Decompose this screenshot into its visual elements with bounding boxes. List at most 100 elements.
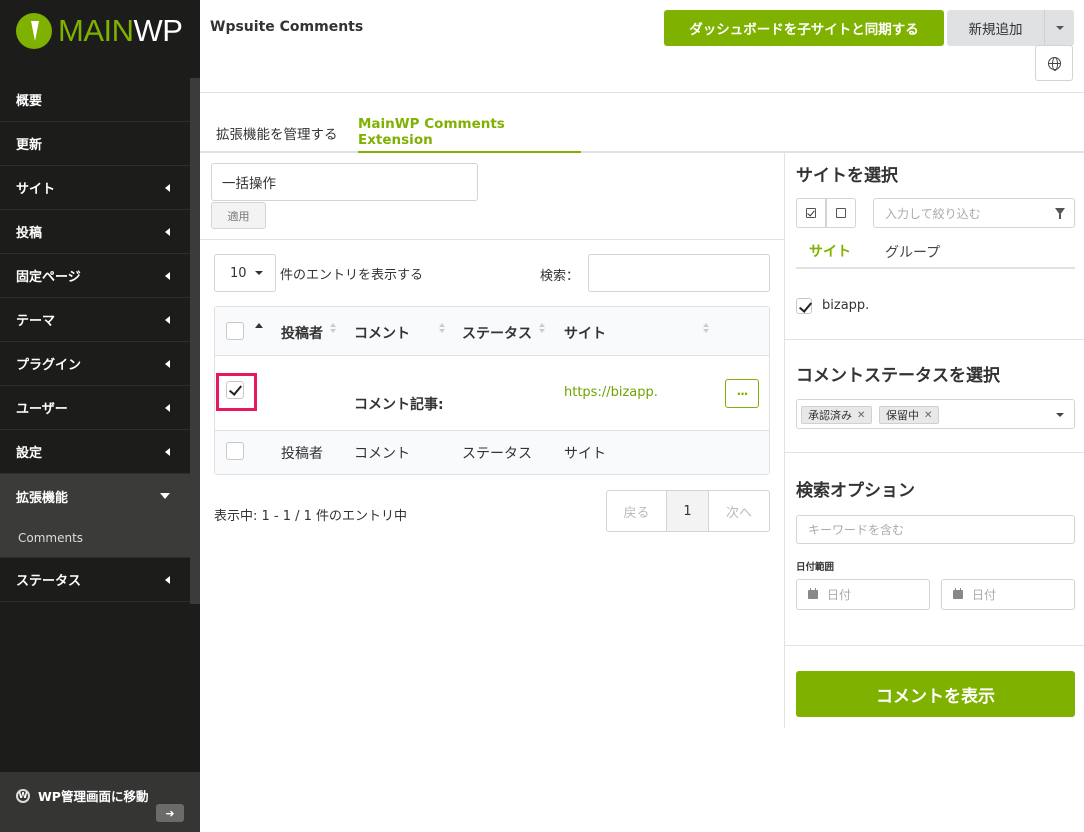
select-all-checkbox[interactable]	[226, 322, 244, 340]
add-new-dropdown[interactable]	[1044, 10, 1074, 46]
sidebar-subitem-comments[interactable]: Comments	[0, 518, 190, 558]
caret-left-icon	[165, 227, 170, 236]
top-header: Wpsuite Comments ダッシュボードを子サイトと同期する 新規追加	[200, 0, 1084, 93]
tab-comments-extension[interactable]: MainWP Comments Extension	[358, 112, 581, 153]
column-author[interactable]: 投稿者	[281, 323, 323, 343]
page-1-button[interactable]: 1	[667, 491, 709, 531]
add-new-button[interactable]: 新規追加	[947, 10, 1074, 46]
sidebar-item-label: テーマ	[16, 314, 56, 329]
sidebar-item-label: 概要	[16, 94, 43, 109]
sidebar-item-label: 設定	[16, 446, 43, 461]
row-checkbox[interactable]	[226, 381, 244, 399]
add-new-label: 新規追加	[968, 22, 1023, 38]
bulk-action-select[interactable]: 一括操作	[211, 163, 478, 201]
filter-icon	[1055, 208, 1065, 219]
sidebar-item-plugins[interactable]: プラグイン	[0, 342, 190, 386]
table-info: 表示中: 1 - 1 / 1 件のエントリ中	[214, 509, 408, 524]
site-link[interactable]: https://bizapp.	[564, 385, 658, 400]
sidebar-item-updates[interactable]: 更新	[0, 122, 190, 166]
select-all-checkbox-footer[interactable]	[226, 442, 244, 460]
caret-left-icon	[165, 575, 170, 584]
site-label: bizapp.	[822, 298, 870, 313]
sidebar-item-label: 固定ページ	[16, 270, 81, 285]
sidebar-item-sites[interactable]: サイト	[0, 166, 190, 210]
site-filter-input[interactable]: 入力して絞り込む	[873, 198, 1075, 228]
caret-left-icon	[165, 183, 170, 192]
site-checkbox[interactable]	[796, 298, 812, 314]
row-actions-button[interactable]: ···	[725, 379, 759, 408]
comment-text: コメント記事:	[354, 397, 444, 413]
search-label: 検索：	[540, 269, 580, 284]
column-comment[interactable]: コメント	[354, 323, 410, 343]
sidebar-item-overview[interactable]: 概要	[0, 78, 190, 122]
deselect-all-sites-button[interactable]	[826, 198, 856, 228]
sidebar-item-posts[interactable]: 投稿	[0, 210, 190, 254]
tab-manage-extensions[interactable]: 拡張機能を管理する	[216, 112, 338, 153]
tab-groups[interactable]: グループ	[885, 235, 940, 269]
sidebar-footer[interactable]: W WP管理画面に移動 ➜	[0, 772, 200, 832]
caret-down-icon	[1056, 413, 1064, 417]
tab-underline	[796, 267, 1075, 269]
caret-down-icon	[160, 493, 170, 499]
date-from-input[interactable]: 日付	[796, 579, 930, 610]
wordpress-icon: W	[16, 788, 30, 803]
sidebar-item-label: ユーザー	[16, 402, 68, 417]
sign-out-icon[interactable]: ➜	[156, 804, 184, 822]
sidebar-item-themes[interactable]: テーマ	[0, 298, 190, 342]
sidebar-item-label: プラグイン	[16, 358, 82, 373]
calendar-icon	[953, 588, 963, 599]
divider	[785, 452, 1084, 453]
filter-placeholder: 入力して絞り込む	[885, 206, 981, 221]
sync-dashboard-button[interactable]: ダッシュボードを子サイトと同期する	[664, 10, 944, 46]
comment-status-select[interactable]: 承認済み ✕ 保留中 ✕	[796, 399, 1075, 429]
check-square-icon	[806, 208, 816, 218]
sort-asc-icon[interactable]	[255, 323, 263, 328]
status-chip-pending[interactable]: 保留中 ✕	[879, 406, 940, 424]
sidebar-item-label: 更新	[16, 138, 43, 153]
entries-per-page-select[interactable]: 10	[214, 254, 276, 292]
divider	[200, 239, 785, 240]
sidebar-item-settings[interactable]: 設定	[0, 430, 190, 474]
sidebar: MAINWP 概要 更新 サイト 投稿 固定ページ テーマ プラグイン ユーザー…	[0, 0, 200, 832]
next-page-button[interactable]: 次へ	[709, 491, 769, 531]
footer-status: ステータス	[462, 446, 532, 462]
status-chip-approved[interactable]: 承認済み ✕	[801, 406, 873, 424]
show-comments-button[interactable]: コメントを表示	[796, 671, 1075, 717]
sidebar-item-extensions[interactable]: 拡張機能	[0, 474, 190, 518]
search-options-heading: 検索オプション	[796, 481, 915, 501]
extension-tabs: 拡張機能を管理する MainWP Comments Extension	[200, 112, 1084, 153]
table-row: コメント記事: https://bizapp. ···	[215, 356, 769, 431]
globe-icon	[1047, 56, 1061, 71]
sidebar-menu: 概要 更新 サイト 投稿 固定ページ テーマ プラグイン ユーザー 設定 拡張機…	[0, 78, 190, 602]
remove-icon[interactable]: ✕	[857, 410, 865, 421]
mainwp-logo[interactable]: MAINWP	[16, 12, 183, 50]
table-header: 投稿者 コメント ステータス サイト	[215, 307, 769, 356]
keyword-input[interactable]: キーワードを含む	[796, 515, 1075, 544]
search-input[interactable]	[588, 254, 770, 292]
date-to-input[interactable]: 日付	[941, 579, 1075, 610]
language-button[interactable]	[1035, 45, 1073, 81]
caret-down-icon	[1055, 26, 1064, 30]
sidebar-item-status[interactable]: ステータス	[0, 558, 190, 602]
sidebar-item-users[interactable]: ユーザー	[0, 386, 190, 430]
column-status[interactable]: ステータス	[462, 323, 532, 343]
select-all-sites-button[interactable]	[796, 198, 826, 228]
sidebar-scrollbar[interactable]	[190, 78, 200, 604]
wp-admin-link[interactable]: WP管理画面に移動	[38, 786, 148, 805]
footer-site: サイト	[564, 446, 606, 462]
logo-text-wp: WP	[133, 13, 183, 48]
sidebar-item-pages[interactable]: 固定ページ	[0, 254, 190, 298]
apply-button[interactable]: 適用	[211, 202, 266, 229]
tab-sites[interactable]: サイト	[796, 235, 864, 269]
sidebar-item-label: ステータス	[16, 574, 82, 589]
remove-icon[interactable]: ✕	[924, 410, 932, 421]
sidebar-item-label: 投稿	[16, 226, 43, 241]
prev-page-button[interactable]: 戻る	[607, 491, 667, 531]
footer-comment: コメント	[354, 446, 410, 462]
column-site[interactable]: サイト	[564, 323, 606, 343]
entries-label: 件のエントリを表示する	[280, 268, 424, 283]
chip-label: 保留中	[886, 409, 919, 422]
caret-left-icon	[165, 315, 170, 324]
select-sites-heading: サイトを選択	[796, 166, 898, 186]
divider	[785, 339, 1084, 340]
